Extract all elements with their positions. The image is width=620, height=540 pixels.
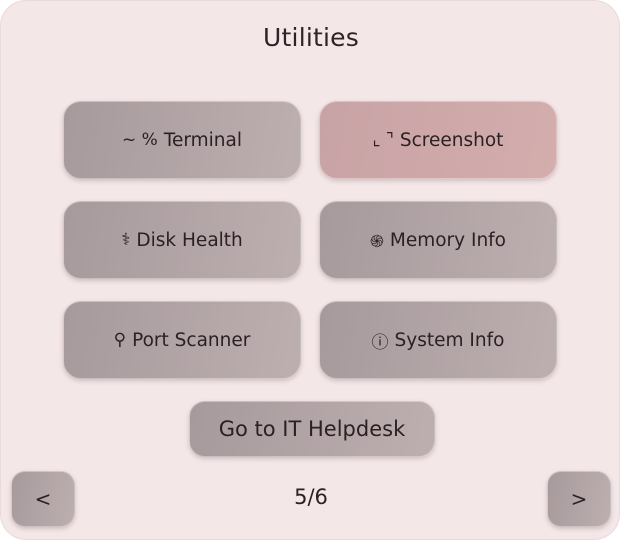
chevron-right-icon: > (570, 487, 588, 511)
system-info-button[interactable]: ⓘ System Info (319, 301, 557, 379)
page-title: Utilities (263, 23, 359, 52)
terminal-button[interactable]: ~ % Terminal (63, 101, 301, 179)
screenshot-button[interactable]: ⌞ ⌝ Screenshot (319, 101, 557, 179)
port-scanner-label: Port Scanner (132, 329, 251, 351)
memory-info-label: Memory Info (389, 229, 507, 251)
port-scanner-button[interactable]: ⚲ Port Scanner (63, 301, 301, 379)
utilities-panel: Utilities ~ % Terminal ⌞ ⌝ Screenshot ⚕ … (0, 0, 620, 540)
next-page-button[interactable]: > (547, 471, 611, 527)
it-helpdesk-button[interactable]: Go to IT Helpdesk (189, 401, 435, 457)
memory-info-button[interactable]: ֍ Memory Info (319, 201, 557, 279)
system-info-label: System Info (394, 329, 505, 351)
port-scanner-icon: ⚲ (113, 330, 127, 350)
disk-health-button[interactable]: ⚕ Disk Health (63, 201, 301, 279)
memory-icon: ֍ (369, 231, 384, 252)
disk-health-icon: ⚕ (121, 230, 131, 250)
screenshot-icon: ⌞ ⌝ (372, 130, 394, 150)
disk-health-label: Disk Health (136, 229, 243, 251)
terminal-label: Terminal (163, 129, 242, 151)
page-indicator: 5/6 (294, 485, 328, 509)
screenshot-label: Screenshot (399, 129, 504, 151)
terminal-icon: ~ % (122, 130, 158, 150)
info-icon: ⓘ (371, 332, 389, 353)
